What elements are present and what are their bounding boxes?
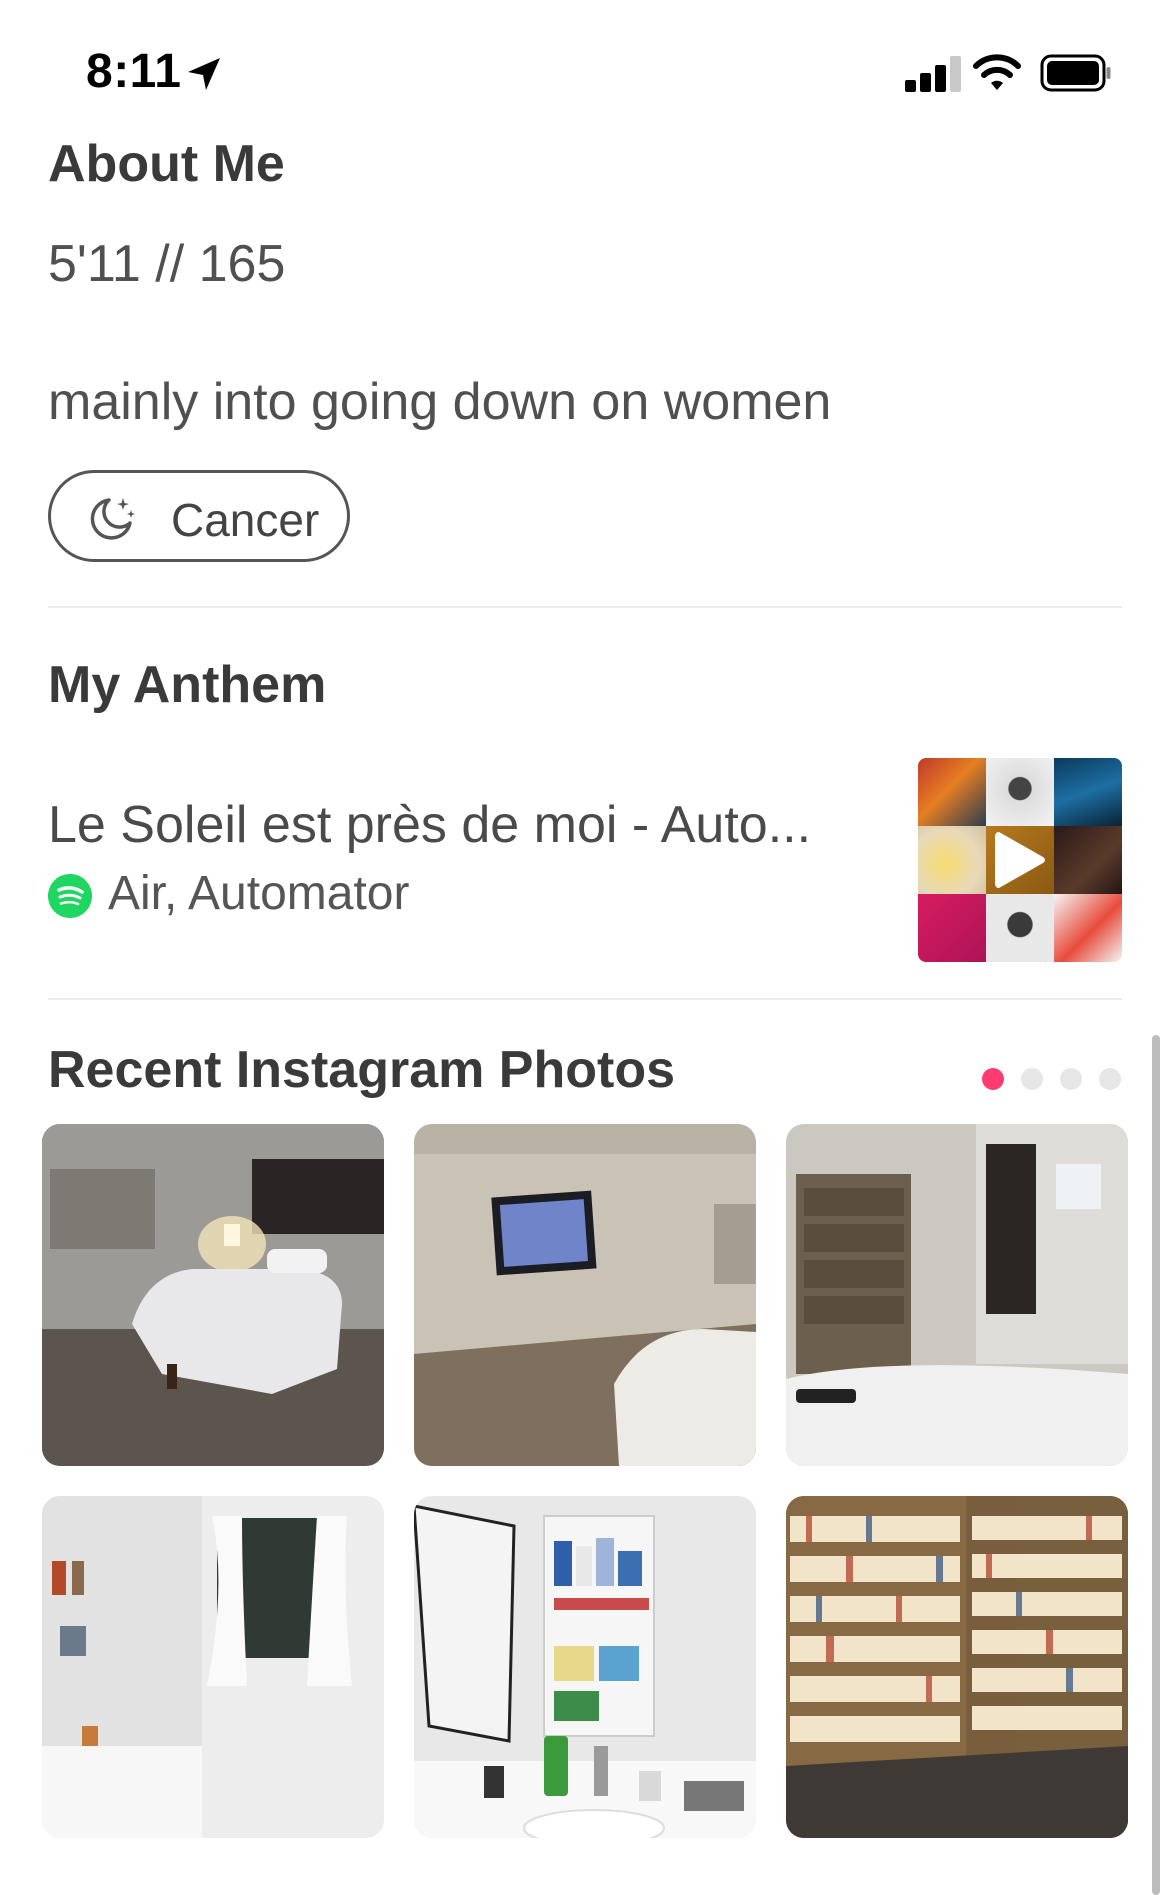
scrollbar[interactable] — [1152, 1035, 1160, 1895]
bookshelves-photo[interactable] — [786, 1496, 1128, 1838]
page-dot[interactable] — [1060, 1068, 1082, 1090]
spotify-icon — [48, 874, 92, 918]
cellular-signal-icon — [905, 56, 961, 92]
bedroom-photo[interactable] — [42, 1124, 384, 1466]
section-divider — [48, 998, 1122, 1000]
status-time: 8:11 — [86, 45, 182, 98]
about-me-title: About Me — [48, 135, 285, 193]
page-dot-active[interactable] — [982, 1068, 1004, 1090]
wifi-icon — [973, 54, 1021, 90]
status-bar: 8:11 — [0, 0, 1170, 140]
song-title: Le Soleil est près de moi - Auto... — [48, 796, 812, 854]
my-anthem-title: My Anthem — [48, 656, 327, 714]
medicine-cabinet-photo[interactable] — [414, 1496, 756, 1838]
zodiac-label: Cancer — [171, 494, 320, 546]
page-dot[interactable] — [1021, 1068, 1043, 1090]
instagram-title: Recent Instagram Photos — [48, 1041, 676, 1099]
page-dot[interactable] — [1099, 1068, 1121, 1090]
moon-stars-icon — [90, 498, 135, 540]
section-divider — [48, 606, 1122, 608]
zodiac-badge: Cancer — [48, 470, 350, 562]
bathroom-tub-photo[interactable] — [42, 1496, 384, 1838]
location-arrow-icon — [188, 58, 220, 90]
page-indicator[interactable] — [982, 1068, 1121, 1090]
dresser-closet-photo[interactable] — [786, 1124, 1128, 1466]
tv-room-photo[interactable] — [414, 1124, 756, 1466]
battery-icon — [1040, 54, 1111, 92]
artist-name: Air, Automator — [108, 867, 410, 920]
height-weight-text: 5'11 // 165 — [48, 235, 286, 293]
play-icon[interactable] — [993, 828, 1047, 892]
bio-text: mainly into going down on women — [48, 373, 832, 431]
